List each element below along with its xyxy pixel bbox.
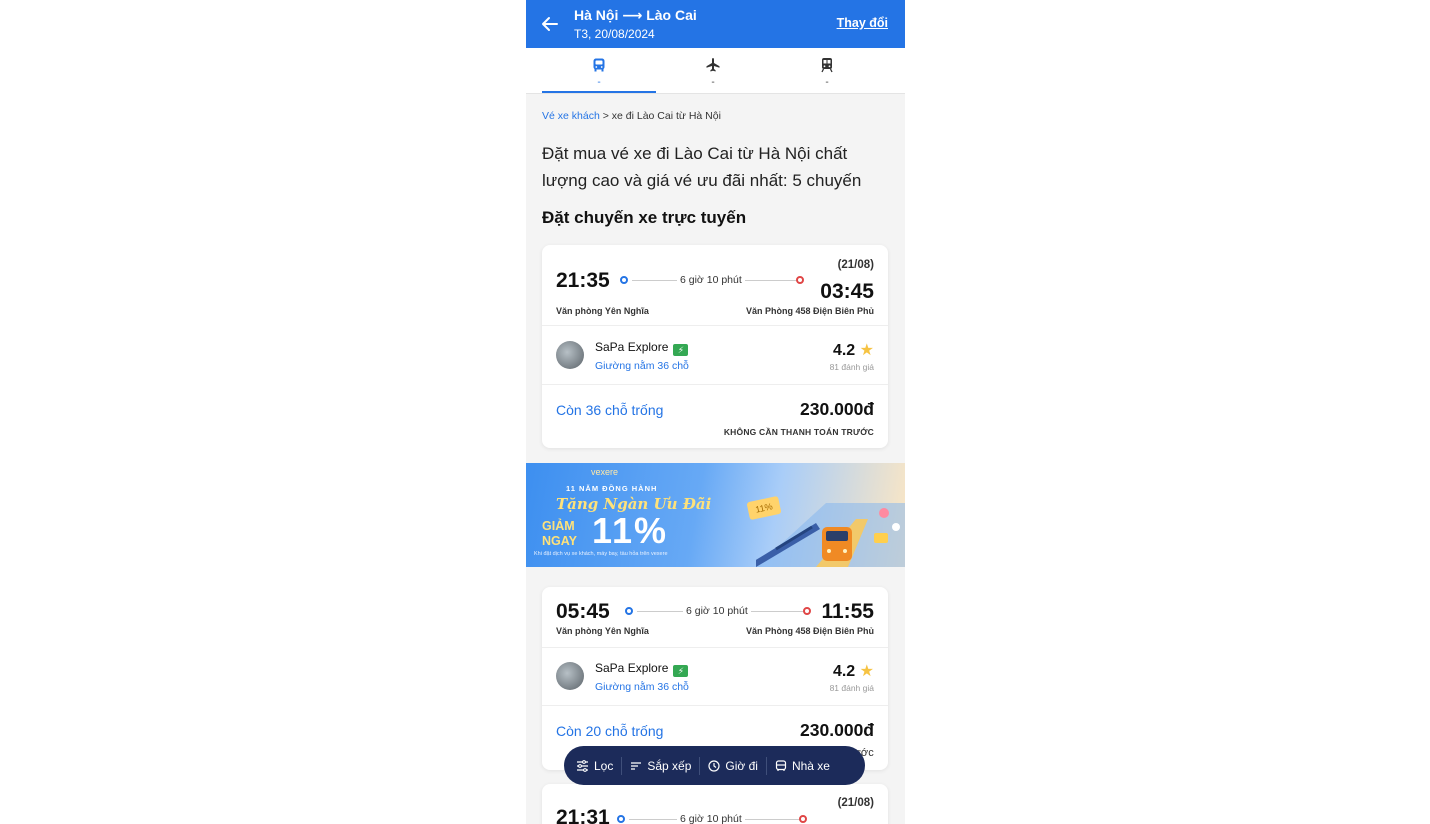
trip-duration: 6 giờ 10 phút: [677, 274, 745, 286]
banner-years: 11 NĂM ĐỒNG HÀNH: [566, 484, 658, 493]
travel-date: T3, 20/08/2024: [574, 27, 655, 41]
origin-dot: [617, 815, 625, 823]
star-icon: ★: [859, 663, 874, 680]
tab-bus[interactable]: -: [542, 48, 656, 93]
divider: [542, 647, 888, 648]
filter-button[interactable]: Lọc: [568, 756, 621, 776]
page-title: Đặt mua vé xe đi Lào Cai từ Hà Nội chất …: [542, 144, 862, 190]
departure-time: 21:35: [556, 269, 610, 292]
arrival-date: (21/08): [837, 259, 874, 271]
banner-discount-word: GIẢM NGAY: [542, 519, 577, 548]
section-title: Đặt chuyến xe trực tuyến: [542, 208, 747, 227]
filter-bar: Lọc Sắp xếp Giờ đi Nhà xe: [564, 746, 865, 785]
departure-time: 21:31: [556, 806, 610, 824]
ticket-badge-icon: ⚡: [673, 665, 689, 677]
trip-card[interactable]: 05:45 6 giờ 10 phút 11:55 Văn phòng Yên …: [542, 587, 888, 770]
trip-duration: 6 giờ 10 phút: [683, 605, 751, 617]
bus-icon: [593, 58, 605, 72]
divider: [542, 325, 888, 326]
divider: [542, 384, 888, 385]
train-icon: [821, 58, 833, 73]
rating: 4.2 ★: [833, 340, 874, 360]
tab-train-price: -: [825, 77, 829, 88]
sort-label: Sắp xếp: [647, 758, 692, 773]
tab-flight-price: -: [711, 77, 715, 88]
clock-icon: [708, 759, 721, 772]
destination-dot: [803, 607, 811, 615]
payment-note: KHÔNG CẦN THANH TOÁN TRƯỚC: [723, 427, 874, 437]
trip-card[interactable]: 21:35 6 giờ 10 phút (21/08) 03:45 Văn ph…: [542, 245, 888, 448]
departure-time: 05:45: [556, 600, 610, 623]
arrival-date: (21/08): [837, 797, 874, 809]
operator-avatar: [556, 662, 584, 690]
filter-label: Lọc: [594, 758, 614, 773]
departure-station: Văn phòng Yên Nghĩa: [556, 626, 649, 636]
operator-name-row: SaPa Explore ⚡: [595, 661, 689, 677]
banner-logo: vexere: [591, 467, 619, 477]
breadcrumb: Vé xe khách > xe đi Lào Cai từ Hà Nội: [542, 110, 721, 122]
bus-icon: [775, 759, 787, 771]
seat-type: Giường nằm 36 chỗ: [595, 360, 689, 372]
ticket-badge-icon: ⚡: [673, 344, 689, 356]
banner-fineprint: Khi đặt dịch vụ xe khách, máy bay, tàu h…: [534, 551, 668, 557]
plane-icon: [706, 58, 720, 72]
departure-time-label: Giờ đi: [725, 758, 758, 773]
breadcrumb-link-bus-tickets[interactable]: Vé xe khách: [542, 110, 600, 122]
origin-dot: [620, 276, 628, 284]
operator-name: SaPa Explore: [595, 340, 669, 354]
back-arrow-icon[interactable]: [540, 14, 560, 34]
operator-avatar: [556, 341, 584, 369]
filter-icon: [577, 759, 588, 772]
operator-filter-button[interactable]: Nhà xe: [767, 756, 838, 776]
arrival-time: 03:45: [820, 280, 874, 303]
top-app-bar: Hà Nội ⟶ Lào Cai T3, 20/08/2024 Thay đổi: [526, 0, 905, 48]
rating: 4.2 ★: [833, 661, 874, 681]
ticket-price: 230.000đ: [800, 720, 874, 740]
star-icon: ★: [859, 342, 874, 359]
operator-label: Nhà xe: [791, 758, 830, 773]
rating-value: 4.2: [832, 342, 856, 359]
route-title: Hà Nội ⟶ Lào Cai: [574, 7, 697, 23]
tab-flight[interactable]: -: [656, 48, 770, 93]
arrival-station: Văn Phòng 458 Điện Biên Phủ: [745, 626, 874, 636]
arrival-time: 11:55: [821, 600, 874, 623]
trip-card[interactable]: (21/08) 21:31 6 giờ 10 phút: [542, 784, 888, 824]
arrival-station: Văn Phòng 458 Điện Biên Phủ: [745, 306, 874, 316]
breadcrumb-current: > xe đi Lào Cai từ Hà Nội: [602, 110, 721, 122]
mobile-viewport: Hà Nội ⟶ Lào Cai T3, 20/08/2024 Thay đổi…: [526, 0, 905, 824]
seats-available[interactable]: Còn 20 chỗ trống: [556, 723, 663, 739]
destination-dot: [796, 276, 804, 284]
banner-discount-value: 11%: [592, 510, 669, 551]
transport-tabs: - - -: [526, 48, 905, 94]
origin-dot: [625, 607, 633, 615]
sort-icon: [631, 761, 642, 770]
rating-value: 4.2: [832, 663, 856, 680]
departure-time-filter-button[interactable]: Giờ đi: [700, 756, 766, 776]
review-count: 81 đánh giá: [829, 683, 874, 693]
sort-button[interactable]: Sắp xếp: [622, 756, 699, 776]
operator-name: SaPa Explore: [595, 661, 669, 675]
seat-type: Giường nằm 36 chỗ: [595, 681, 689, 693]
departure-station: Văn phòng Yên Nghĩa: [556, 306, 649, 316]
tab-bus-price: -: [597, 77, 601, 88]
review-count: 81 đánh giá: [829, 362, 874, 372]
ticket-price: 230.000đ: [800, 399, 874, 419]
change-search-link[interactable]: Thay đổi: [837, 16, 888, 30]
tab-train[interactable]: -: [770, 48, 884, 93]
operator-name-row: SaPa Explore ⚡: [595, 340, 689, 356]
promo-banner[interactable]: vexere 11 NĂM ĐỒNG HÀNH Tặng Ngàn Ưu Đãi…: [526, 463, 905, 567]
trip-duration: 6 giờ 10 phút: [677, 813, 745, 824]
seats-available[interactable]: Còn 36 chỗ trống: [556, 402, 663, 418]
destination-dot: [799, 815, 807, 823]
train-illustration: [756, 503, 905, 567]
divider: [542, 705, 888, 706]
